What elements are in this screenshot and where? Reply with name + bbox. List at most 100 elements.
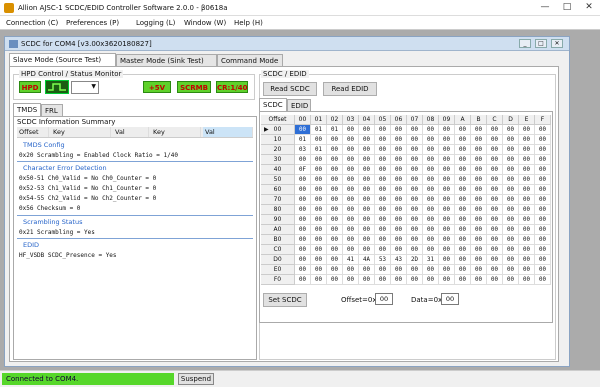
grid-cell[interactable]: 00 [343, 175, 359, 185]
grid-cell[interactable]: 00 [423, 175, 439, 185]
grid-cell[interactable]: 00 [471, 235, 487, 245]
grid-cell[interactable]: 00 [535, 135, 551, 145]
grid-cell[interactable]: 00 [487, 175, 503, 185]
grid-cell[interactable]: 00 [343, 135, 359, 145]
grid-cell[interactable]: 00 [359, 275, 375, 285]
menu-window[interactable]: Window (W) [184, 19, 226, 27]
grid-cell[interactable]: 00 [375, 235, 391, 245]
grid-cell[interactable]: 00 [471, 275, 487, 285]
grid-cell[interactable]: 00 [503, 185, 519, 195]
grid-cell[interactable]: 00 [439, 135, 455, 145]
grid-cell[interactable]: 00 [455, 235, 471, 245]
grid-cell[interactable]: 00 [343, 215, 359, 225]
grid-cell[interactable]: 00 [359, 265, 375, 275]
grid-cell[interactable]: 00 [359, 165, 375, 175]
grid-cell[interactable]: 00 [487, 205, 503, 215]
grid-cell[interactable]: 00 [359, 155, 375, 165]
grid-cell[interactable]: 00 [503, 175, 519, 185]
grid-cell[interactable]: 00 [375, 145, 391, 155]
grid-cell[interactable]: 00 [295, 195, 311, 205]
grid-cell[interactable]: 00 [311, 195, 327, 205]
grid-cell[interactable]: 00 [407, 185, 423, 195]
set-scdc-button[interactable]: Set SCDC [263, 293, 307, 307]
minimize-icon[interactable]: — [534, 0, 556, 15]
grid-cell[interactable]: 00 [423, 205, 439, 215]
grid-cell[interactable]: 00 [487, 235, 503, 245]
grid-cell[interactable]: 00 [487, 135, 503, 145]
grid-cell[interactable]: 00 [311, 215, 327, 225]
grid-cell[interactable]: 00 [311, 245, 327, 255]
grid-cell[interactable]: 00 [407, 195, 423, 205]
grid-cell[interactable]: 00 [327, 165, 343, 175]
grid-cell[interactable]: 00 [391, 205, 407, 215]
suspend-button[interactable]: Suspend [178, 373, 214, 385]
grid-cell[interactable]: 00 [487, 245, 503, 255]
grid-cell[interactable]: 00 [455, 155, 471, 165]
grid-cell[interactable]: 00 [519, 145, 535, 155]
grid-cell[interactable]: 00 [423, 265, 439, 275]
grid-cell[interactable]: 00 [471, 175, 487, 185]
grid-cell[interactable]: 00 [359, 145, 375, 155]
grid-cell[interactable]: 00 [327, 255, 343, 265]
grid-cell[interactable]: 00 [311, 135, 327, 145]
grid-cell[interactable]: 00 [455, 205, 471, 215]
grid-cell[interactable]: 00 [503, 255, 519, 265]
grid-cell[interactable]: 00 [359, 205, 375, 215]
grid-cell[interactable]: 00 [519, 265, 535, 275]
close-icon[interactable]: ✕ [578, 0, 600, 15]
grid-cell[interactable]: 00 [295, 215, 311, 225]
grid-cell[interactable]: 00 [343, 165, 359, 175]
grid-cell[interactable]: 00 [471, 155, 487, 165]
grid-cell[interactable]: 00 [423, 215, 439, 225]
grid-cell[interactable]: 00 [439, 225, 455, 235]
grid-cell[interactable]: 00 [375, 125, 391, 135]
grid-cell[interactable]: 00 [359, 195, 375, 205]
grid-cell[interactable]: 00 [439, 215, 455, 225]
grid-cell[interactable]: 00 [295, 225, 311, 235]
grid-cell[interactable]: 00 [487, 165, 503, 175]
grid-cell[interactable]: 00 [295, 245, 311, 255]
grid-cell[interactable]: 00 [487, 225, 503, 235]
tab-tmds[interactable]: TMDS [13, 103, 41, 117]
grid-cell[interactable]: 00 [407, 225, 423, 235]
grid-cell[interactable]: 00 [375, 225, 391, 235]
grid-cell[interactable]: 00 [455, 175, 471, 185]
grid-cell[interactable]: 00 [375, 265, 391, 275]
grid-cell[interactable]: 00 [295, 275, 311, 285]
grid-cell[interactable]: 00 [487, 215, 503, 225]
grid-cell[interactable]: 00 [295, 155, 311, 165]
grid-cell[interactable]: 00 [423, 275, 439, 285]
grid-cell[interactable]: 00 [455, 275, 471, 285]
grid-cell[interactable]: 01 [311, 125, 327, 135]
grid-cell[interactable]: 00 [343, 205, 359, 215]
grid-cell[interactable]: 00 [375, 245, 391, 255]
grid-cell[interactable]: 00 [295, 255, 311, 265]
tab-slave-mode[interactable]: Slave Mode (Source Test) [9, 53, 116, 67]
grid-cell[interactable]: 00 [535, 175, 551, 185]
grid-cell[interactable]: 00 [407, 265, 423, 275]
grid-cell[interactable]: 2D [407, 255, 423, 265]
grid-cell[interactable]: 00 [519, 175, 535, 185]
grid-cell[interactable]: 00 [503, 265, 519, 275]
grid-cell[interactable]: 00 [407, 125, 423, 135]
grid-cell[interactable]: 00 [471, 165, 487, 175]
grid-cell[interactable]: 00 [423, 155, 439, 165]
grid-cell[interactable]: 00 [439, 145, 455, 155]
grid-cell[interactable]: 00 [407, 155, 423, 165]
grid-cell[interactable]: 00 [519, 215, 535, 225]
grid-cell[interactable]: 00 [471, 195, 487, 205]
grid-cell[interactable]: 03 [295, 145, 311, 155]
grid-cell[interactable]: 00 [375, 135, 391, 145]
grid-cell[interactable]: 00 [439, 165, 455, 175]
grid-cell[interactable]: 01 [327, 125, 343, 135]
grid-cell[interactable]: 00 [455, 125, 471, 135]
grid-cell[interactable]: 00 [471, 225, 487, 235]
grid-cell[interactable]: 00 [327, 225, 343, 235]
grid-cell[interactable]: 00 [327, 195, 343, 205]
grid-cell[interactable]: 01 [311, 145, 327, 155]
grid-cell[interactable]: 00 [455, 145, 471, 155]
grid-cell[interactable]: 00 [455, 165, 471, 175]
grid-cell[interactable]: 00 [519, 135, 535, 145]
grid-cell[interactable]: 00 [423, 125, 439, 135]
grid-cell[interactable]: 00 [407, 205, 423, 215]
